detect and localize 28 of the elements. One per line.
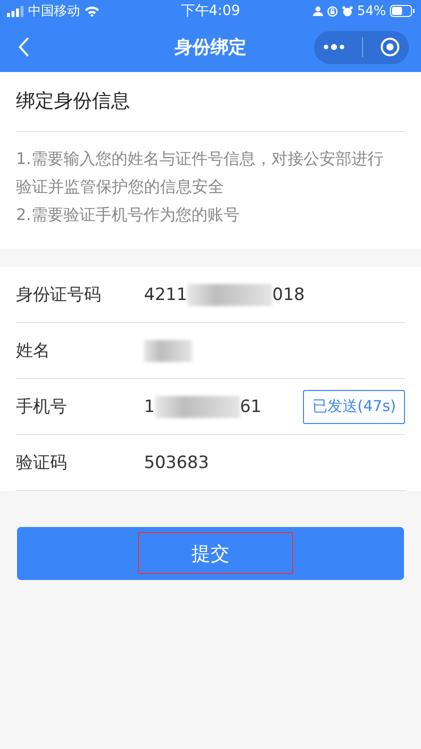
section-title: 绑定身份信息: [16, 72, 405, 132]
info-paragraph: 2.需要验证手机号作为您的账号: [16, 204, 240, 226]
field-value: 4211: [144, 284, 188, 304]
battery-percent: 54%: [357, 4, 386, 18]
info-paragraph: 1.需要输入您的姓名与证件号信息，对接公安部进行验证并监管保护您的信息安全: [16, 148, 384, 198]
alarm-icon: [342, 6, 354, 16]
back-icon[interactable]: [18, 37, 30, 57]
submit-button[interactable]: 提交: [17, 527, 404, 580]
more-icon[interactable]: [322, 43, 345, 51]
page-title: 身份绑定: [174, 36, 246, 59]
signal-icon: [7, 6, 24, 16]
field-label: 身份证号码: [16, 284, 102, 306]
send-code-button[interactable]: 已发送(47s): [303, 390, 405, 424]
field-label: 验证码: [16, 452, 68, 474]
close-target-icon[interactable]: [380, 37, 400, 57]
field-value: 018: [272, 284, 305, 304]
lock-rotation-icon: [327, 6, 338, 16]
field-value[interactable]: 503683: [144, 452, 209, 472]
person-icon: [313, 6, 324, 16]
field-value: 61: [240, 396, 262, 416]
field-label: 姓名: [16, 340, 51, 362]
redaction-blur: [144, 340, 192, 362]
wifi-icon: [84, 5, 100, 17]
field-label: 手机号: [16, 396, 68, 418]
field-value: 1: [144, 396, 155, 416]
carrier-name: 中国移动: [28, 3, 80, 20]
status-time: 下午4:09: [180, 2, 240, 20]
battery-icon: [390, 5, 415, 17]
